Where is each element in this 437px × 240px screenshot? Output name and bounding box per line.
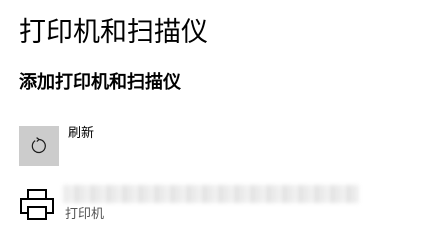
page-title: 打印机和扫描仪 [19, 17, 208, 48]
add-printers-section-title: 添加打印机和扫描仪 [19, 72, 181, 93]
refresh-icon [31, 137, 46, 154]
refresh-tile[interactable] [19, 126, 59, 166]
refresh-button[interactable]: 刷新 [19, 122, 219, 166]
printer-type-label: 打印机 [65, 207, 105, 222]
printer-name-blurred [63, 185, 359, 203]
printer-list-item[interactable]: 打印机 [19, 182, 379, 230]
printer-icon [20, 189, 54, 220]
refresh-label: 刷新 [68, 126, 95, 141]
